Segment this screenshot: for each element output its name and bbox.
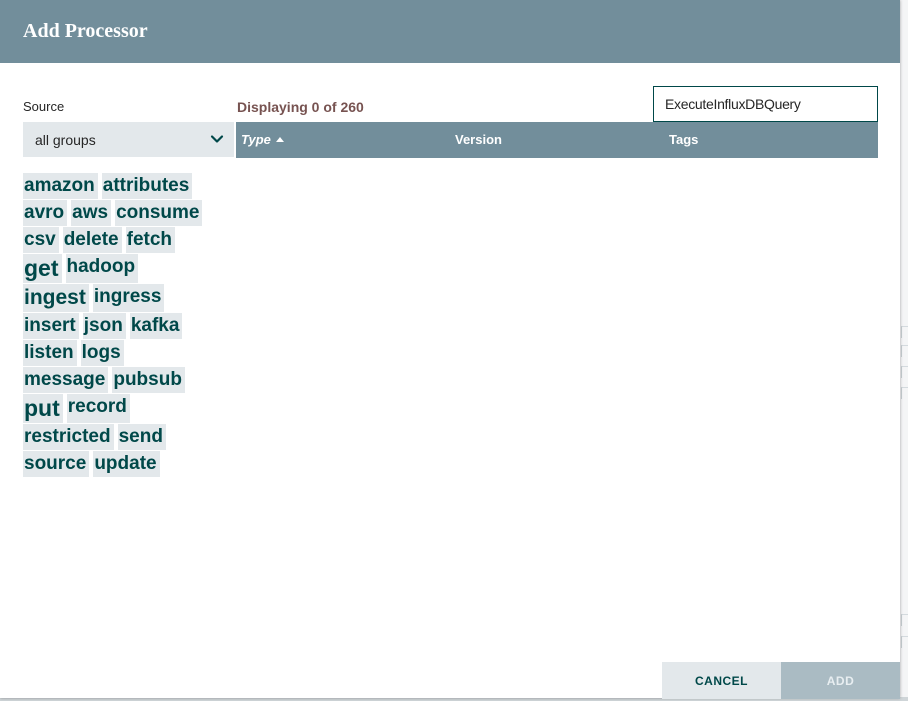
background-element xyxy=(901,614,908,626)
tag-restricted[interactable]: restricted xyxy=(23,424,114,450)
tag-logs[interactable]: logs xyxy=(80,340,124,366)
tag-ingress[interactable]: ingress xyxy=(92,284,165,312)
tag-record[interactable]: record xyxy=(66,394,130,423)
tag-aws[interactable]: aws xyxy=(71,200,112,226)
source-label: Source xyxy=(23,99,65,114)
tag-kafka[interactable]: kafka xyxy=(129,313,183,339)
background-canvas xyxy=(900,0,908,701)
tag-put[interactable]: put xyxy=(23,394,63,423)
tag-avro[interactable]: avro xyxy=(23,200,68,226)
tag-json[interactable]: json xyxy=(82,313,126,339)
tag-row: listen logs xyxy=(23,340,238,366)
cancel-button[interactable]: CANCEL xyxy=(662,662,781,699)
tag-csv[interactable]: csv xyxy=(23,227,59,253)
tag-send[interactable]: send xyxy=(117,424,166,450)
tag-row: source update xyxy=(23,451,238,477)
tag-row: put record xyxy=(23,394,238,423)
tag-row: amazon attributes xyxy=(23,173,238,199)
tag-consume[interactable]: consume xyxy=(115,200,203,226)
dialog-title: Add Processor xyxy=(23,20,148,42)
tag-pubsub[interactable]: pubsub xyxy=(112,367,185,393)
column-header-type[interactable]: Type xyxy=(241,132,284,147)
tag-source[interactable]: source xyxy=(23,451,90,477)
background-element xyxy=(901,345,908,357)
tag-update[interactable]: update xyxy=(93,451,160,477)
tag-fetch[interactable]: fetch xyxy=(125,227,176,253)
tag-row: avro aws consume xyxy=(23,200,238,226)
tag-amazon[interactable]: amazon xyxy=(23,173,98,199)
tag-ingest[interactable]: ingest xyxy=(23,284,89,312)
column-header-version[interactable]: Version xyxy=(455,132,502,147)
column-header-tags[interactable]: Tags xyxy=(669,132,698,147)
sort-ascending-icon xyxy=(275,137,284,142)
tag-row: message pubsub xyxy=(23,367,238,393)
results-count: Displaying 0 of 260 xyxy=(237,99,364,115)
chevron-down-icon xyxy=(210,135,224,143)
source-group-select[interactable]: all groups xyxy=(23,122,234,157)
dialog-header: Add Processor xyxy=(0,0,900,63)
tag-delete[interactable]: delete xyxy=(62,227,122,253)
tag-listen[interactable]: listen xyxy=(23,340,77,366)
tag-row: restricted send xyxy=(23,424,238,450)
add-button[interactable]: ADD xyxy=(781,662,900,699)
processor-table-header: Type Version Tags xyxy=(236,122,878,158)
tag-row: csv delete fetch xyxy=(23,227,238,253)
tag-get[interactable]: get xyxy=(23,254,62,283)
source-selected-value: all groups xyxy=(35,132,96,148)
tag-insert[interactable]: insert xyxy=(23,313,79,339)
background-element xyxy=(901,636,908,648)
tag-hadoop[interactable]: hadoop xyxy=(65,254,139,283)
background-element xyxy=(901,366,908,378)
background-element xyxy=(901,326,908,338)
tag-message[interactable]: message xyxy=(23,367,109,393)
background-element xyxy=(901,387,908,399)
tag-row: insert json kafka xyxy=(23,313,238,339)
column-header-type-label: Type xyxy=(241,132,271,147)
tag-cloud: amazon attributes avro aws consume csv d… xyxy=(23,173,238,478)
tag-attributes[interactable]: attributes xyxy=(101,173,193,199)
tag-row: ingest ingress xyxy=(23,284,238,312)
processor-filter-input[interactable] xyxy=(653,86,878,122)
tag-row: get hadoop xyxy=(23,254,238,283)
add-processor-dialog: Add Processor Source all groups Displayi… xyxy=(0,0,900,699)
